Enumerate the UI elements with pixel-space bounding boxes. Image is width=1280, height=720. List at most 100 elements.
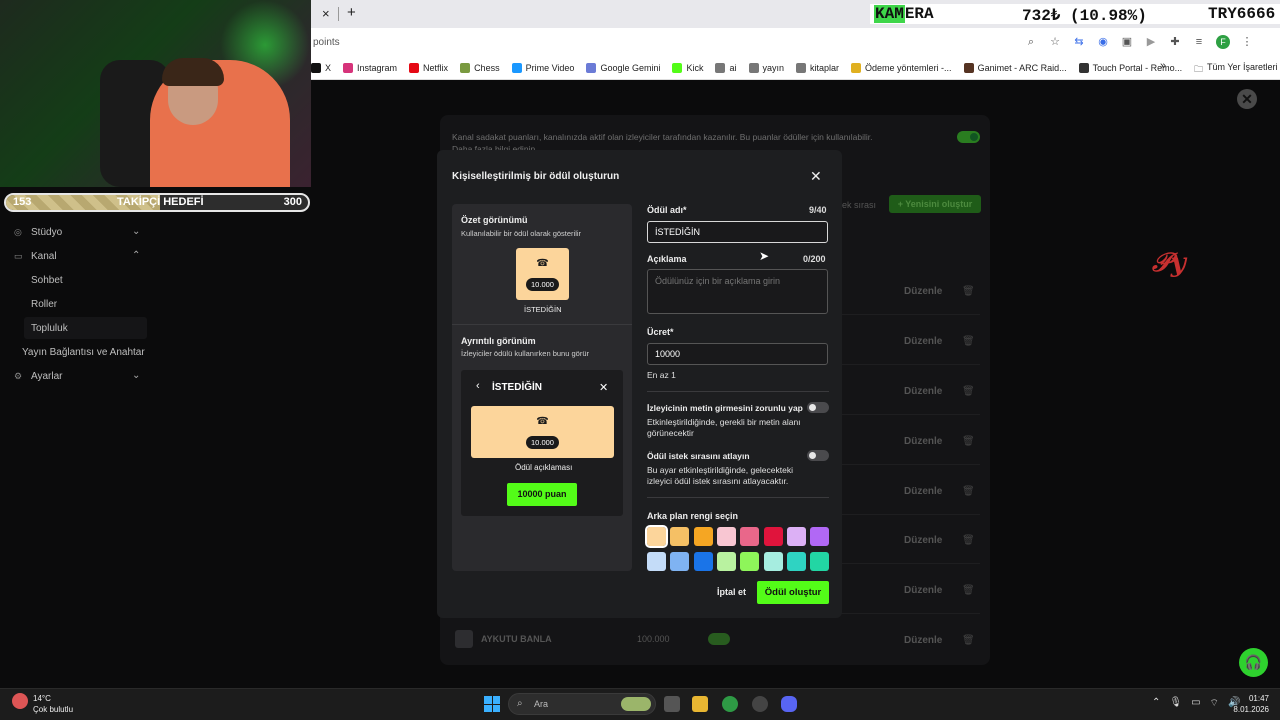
chevron-up-icon[interactable]: ⌃ — [1152, 697, 1160, 710]
sidebar-item-roles[interactable]: Roller — [31, 299, 57, 310]
edit-reward-button[interactable]: Düzenle — [904, 585, 942, 596]
bookmark-label: Ganimet - ARC Raid... — [977, 63, 1067, 73]
address-text[interactable]: points — [313, 37, 340, 48]
bookmark-item[interactable]: Touch Portal - Remo... — [1078, 63, 1182, 73]
create-new-button[interactable]: + Yenisini oluştur — [889, 195, 981, 213]
weather-widget[interactable]: 14°C Çok bulutlu — [12, 693, 73, 715]
create-reward-button[interactable]: Ödül oluştur — [757, 581, 829, 604]
trash-icon[interactable]: 🗑 — [962, 486, 975, 497]
reward-toggle[interactable] — [708, 633, 730, 645]
trash-icon[interactable]: 🗑 — [962, 336, 975, 347]
reward-name-input[interactable] — [647, 221, 828, 243]
trash-icon[interactable]: 🗑 — [962, 386, 975, 397]
taskbar-search[interactable]: ⌕ Ara — [508, 693, 656, 715]
color-swatch[interactable] — [810, 527, 830, 546]
obs-icon[interactable] — [752, 696, 768, 712]
edit-reward-button[interactable]: Düzenle — [904, 535, 942, 546]
time: 01:47 — [1248, 694, 1269, 703]
bookmark-item[interactable]: Ödeme yöntemleri -... — [851, 63, 952, 73]
chevron-down-icon[interactable]: ⌄ — [132, 226, 140, 237]
color-swatch[interactable] — [810, 552, 830, 571]
edit-reward-button[interactable]: Düzenle — [904, 635, 942, 646]
sidebar-item-studio[interactable]: Stüdyo — [31, 227, 62, 238]
discord-icon[interactable] — [781, 696, 797, 712]
color-swatch[interactable] — [786, 552, 806, 571]
zoom-icon[interactable]: ⌕ — [1024, 35, 1038, 49]
ticker-currency: TRY6666 — [1208, 5, 1276, 23]
bookmark-item[interactable]: Kick — [672, 63, 703, 73]
color-swatch[interactable] — [645, 525, 668, 548]
bookmark-item[interactable]: Google Gemini — [586, 63, 660, 73]
bookmark-item[interactable]: Netflix — [409, 63, 448, 73]
chevron-down-icon[interactable]: ⌄ — [132, 370, 140, 381]
translate-icon[interactable]: ⇆ — [1072, 35, 1086, 49]
color-swatch[interactable] — [716, 552, 736, 571]
screenshot-icon[interactable]: ▣ — [1120, 35, 1134, 49]
cancel-button[interactable]: İptal et — [717, 587, 746, 597]
color-swatch[interactable] — [647, 552, 666, 571]
edit-reward-button[interactable]: Düzenle — [904, 286, 942, 297]
trash-icon[interactable]: 🗑 — [962, 585, 975, 596]
all-bookmarks-button[interactable]: 🗀 Tüm Yer İşaretleri — [1194, 62, 1278, 78]
wifi-icon[interactable]: ⌔ — [1210, 697, 1219, 710]
color-swatch[interactable] — [670, 552, 690, 571]
require-text-toggle[interactable] — [807, 402, 829, 413]
close-circle-icon[interactable]: ✕ — [1237, 89, 1257, 109]
edit-reward-button[interactable]: Düzenle — [904, 436, 942, 447]
bookmark-item[interactable]: Chess — [460, 63, 500, 73]
bookmark-item[interactable]: Ganimet - ARC Raid... — [963, 63, 1067, 73]
cast-icon[interactable]: ◉ — [1096, 35, 1110, 49]
menu-icon[interactable]: ⋮ — [1240, 35, 1254, 49]
color-swatch[interactable] — [693, 552, 713, 571]
color-swatch[interactable] — [716, 527, 736, 546]
cost-input[interactable] — [647, 343, 828, 365]
color-swatch[interactable] — [763, 527, 783, 546]
sidebar-item-channel[interactable]: Kanal — [31, 251, 57, 262]
profile-avatar[interactable]: F — [1216, 35, 1230, 49]
sidebar-item-chat[interactable]: Sohbet — [31, 275, 63, 286]
points-enabled-toggle[interactable] — [957, 131, 980, 143]
bookmark-item[interactable]: ai — [715, 63, 737, 73]
sidebar-item-settings[interactable]: Ayarlar — [31, 371, 63, 382]
new-tab-button[interactable]: + — [347, 4, 356, 21]
edit-reward-button[interactable]: Düzenle — [904, 386, 942, 397]
color-swatch[interactable] — [786, 527, 806, 546]
network-icon[interactable]: ▭ — [1191, 697, 1200, 710]
color-swatch[interactable] — [693, 527, 713, 546]
extensions-icon[interactable]: ✚ — [1168, 35, 1182, 49]
skip-queue-toggle[interactable] — [807, 450, 829, 461]
trash-icon[interactable]: 🗑 — [962, 436, 975, 447]
color-swatch[interactable] — [763, 552, 783, 571]
windows-start-icon[interactable] — [484, 696, 500, 712]
edit-reward-button[interactable]: Düzenle — [904, 486, 942, 497]
bookmark-item[interactable]: Instagram — [343, 63, 397, 73]
close-tab-icon[interactable]: × — [322, 6, 330, 21]
color-swatch[interactable] — [740, 552, 760, 571]
description-input[interactable] — [647, 269, 828, 314]
bookmarks-overflow-button[interactable]: » — [1160, 60, 1166, 72]
microphone-icon[interactable]: 🎙 — [1169, 697, 1182, 710]
sidebar-item-stream-key[interactable]: Yayın Bağlantısı ve Anahtar — [22, 347, 145, 358]
clock[interactable]: 01:47 8.01.2026 — [1233, 693, 1269, 715]
sidebar-item-community[interactable]: Topluluk — [31, 323, 68, 334]
file-explorer-icon[interactable] — [692, 696, 708, 712]
chrome-icon[interactable] — [722, 696, 738, 712]
trash-icon[interactable]: 🗑 — [962, 286, 975, 297]
queue-label[interactable]: ek sırası — [842, 200, 876, 210]
color-swatch[interactable] — [740, 527, 760, 546]
bookmark-item[interactable]: yayın — [748, 63, 784, 73]
color-swatch[interactable] — [670, 527, 690, 546]
edit-reward-button[interactable]: Düzenle — [904, 336, 942, 347]
play-icon[interactable]: ▶ — [1144, 35, 1158, 49]
trash-icon[interactable]: 🗑 — [962, 535, 975, 546]
bookmark-item[interactable]: X — [311, 63, 331, 73]
chevron-up-icon[interactable]: ⌃ — [132, 250, 140, 261]
help-chat-button[interactable]: 🎧 — [1239, 648, 1268, 677]
bookmark-item[interactable]: kitaplar — [796, 63, 839, 73]
close-icon[interactable]: ✕ — [810, 168, 822, 185]
media-icon[interactable]: ≡ — [1192, 35, 1206, 49]
star-icon[interactable]: ☆ — [1048, 35, 1062, 49]
trash-icon[interactable]: 🗑 — [962, 635, 975, 646]
bookmark-item[interactable]: Prime Video — [511, 63, 574, 73]
task-view-icon[interactable] — [664, 696, 680, 712]
